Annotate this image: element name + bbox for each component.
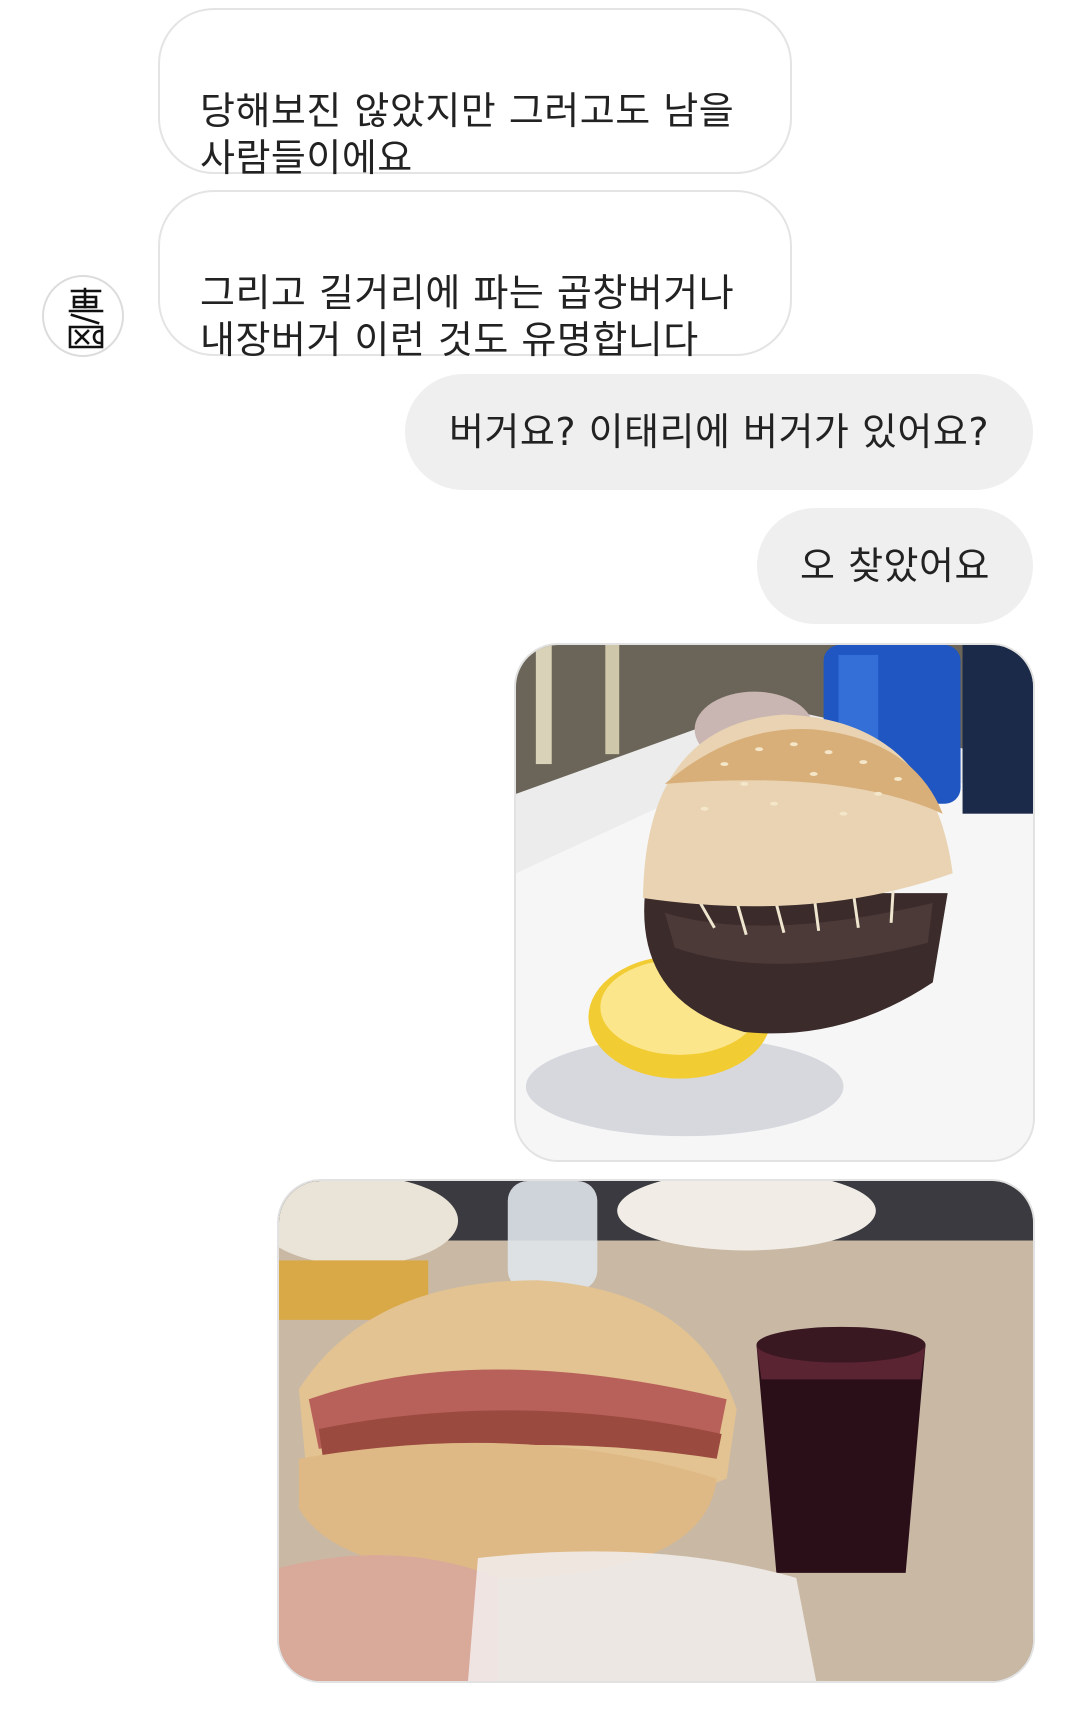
outgoing-message-bubble[interactable]: 버거요? 이태리에 버거가 있어요? [405,374,1033,490]
burger-wine-photo [279,1181,1033,1681]
avatar[interactable] [42,275,124,357]
incoming-message-bubble[interactable]: 그리고 길거리에 파는 곱창버거나 내장버거 이런 것도 유명합니다 [158,190,792,362]
message-text: 당해보진 않았지만 그러고도 남을 사람들이에요 [200,89,735,180]
message-text: 버거요? 이태리에 버거가 있어요? [448,409,990,454]
photo-message-burger-wine[interactable] [277,1179,1035,1683]
calligraphy-seal-avatar-icon [68,287,104,349]
message-text: 그리고 길거리에 파는 곱창버거나 내장버거 이런 것도 유명합니다 [200,271,735,362]
incoming-message-bubble[interactable]: 당해보진 않았지만 그러고도 남을 사람들이에요 [158,8,792,180]
photo-message-burger-lemon[interactable] [514,643,1035,1162]
burger-lemon-photo [516,645,1033,1160]
outgoing-message-bubble[interactable]: 오 찾았어요 [757,508,1033,624]
message-text: 오 찾았어요 [800,543,990,588]
